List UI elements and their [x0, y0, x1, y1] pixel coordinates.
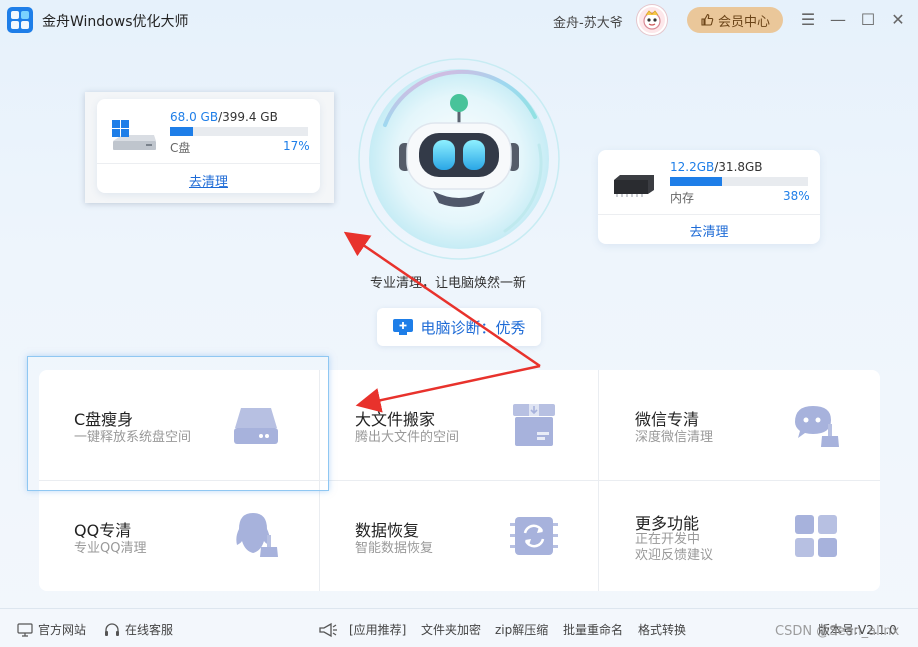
feature-title: 数据恢复	[355, 521, 420, 540]
feature-subtitle-2: 欢迎反馈建议	[635, 548, 714, 563]
disk-c-percent: 17%	[283, 139, 310, 153]
feature-subtitle: 一键释放系统盘空间	[74, 430, 192, 445]
app-logo-icon	[7, 7, 33, 33]
memory-total: /31.8GB	[714, 160, 763, 174]
recovery-icon	[510, 517, 558, 555]
zip-extract-link[interactable]: zip解压缩	[495, 621, 548, 638]
memory-progress-fill	[670, 177, 723, 186]
menu-icon[interactable]: ☰	[798, 10, 818, 30]
memory-label: 内存	[670, 191, 695, 205]
title-bar: 金舟Windows优化大师 金舟-苏大爷 会员中心 ☰ — ☐ ✕	[0, 0, 918, 40]
feature-subtitle: 深度微信清理	[635, 430, 714, 445]
feature-subtitle: 智能数据恢复	[355, 541, 434, 556]
format-convert-link[interactable]: 格式转换	[638, 621, 686, 638]
csdn-watermark: CSDN @Sean_alinx	[775, 624, 900, 639]
feature-tile-wechat[interactable]: 微信专清 深度微信清理	[599, 370, 880, 480]
feature-subtitle: 正在开发中	[635, 532, 701, 547]
official-website-label: 官方网站	[38, 623, 87, 637]
vip-center-button[interactable]: 会员中心	[687, 7, 783, 33]
memory-usage: 12.2GB/31.8GB	[670, 160, 763, 174]
disk-c-total: /399.4 GB	[218, 110, 278, 124]
vip-center-label: 会员中心	[717, 14, 770, 30]
card-divider	[97, 163, 320, 164]
disk-c-used: 68.0 GB	[170, 110, 219, 124]
disk-c-label: C盘	[170, 141, 191, 155]
feature-tile-big-file[interactable]: 大文件搬家 腾出大文件的空间	[320, 370, 598, 480]
official-website-link[interactable]: 官方网站	[17, 621, 86, 638]
avatar-face-icon	[643, 10, 661, 30]
robot-mascot	[358, 58, 560, 260]
username[interactable]: 金舟-苏大爷	[553, 12, 623, 31]
diagnosis-button[interactable]: 电脑诊断：优秀	[377, 308, 541, 346]
close-button[interactable]: ✕	[888, 10, 908, 30]
feature-title: C盘瘦身	[74, 410, 134, 429]
folder-encrypt-link[interactable]: 文件夹加密	[421, 621, 481, 638]
disk-c-clean-button[interactable]: 去清理	[97, 171, 320, 190]
app-recommend-label: [应用推荐]	[349, 623, 407, 637]
drive-icon	[112, 120, 156, 150]
app-title: 金舟Windows优化大师	[42, 14, 189, 30]
avatar[interactable]	[637, 5, 667, 35]
online-support-label: 在线客服	[125, 623, 174, 637]
disk-c-usage: 68.0 GB/399.4 GB	[170, 110, 278, 124]
thumb-up-icon	[701, 13, 714, 26]
feature-tile-recovery[interactable]: 数据恢复 智能数据恢复	[320, 481, 598, 591]
online-support-link[interactable]: 在线客服	[104, 621, 173, 638]
headset-icon	[105, 622, 119, 636]
feature-tile-qq[interactable]: QQ专清 专业QQ清理	[39, 481, 319, 591]
feature-title: 大文件搬家	[355, 410, 436, 429]
memory-clean-button[interactable]: 去清理	[598, 221, 820, 240]
box-icon	[513, 404, 555, 446]
megaphone-icon	[319, 622, 337, 637]
memory-used: 12.2GB	[670, 160, 715, 174]
app-window: 金舟Windows优化大师 金舟-苏大爷 会员中心 ☰ — ☐ ✕ 68.0 G…	[0, 0, 918, 647]
hero-tagline: 专业清理，让电脑焕然一新	[370, 276, 527, 291]
feature-tile-more[interactable]: 更多功能 正在开发中 欢迎反馈建议	[599, 481, 880, 591]
memory-chip-icon	[614, 175, 654, 197]
feature-title: 微信专清	[635, 410, 700, 429]
diagnosis-label: 电脑诊断：优秀	[420, 318, 526, 337]
grid-icon	[795, 515, 837, 557]
disk-c-progress-fill	[170, 127, 194, 136]
qq-brush-icon	[236, 513, 278, 557]
wechat-brush-icon	[795, 406, 839, 447]
disk-c-progress	[170, 127, 308, 136]
maximize-button[interactable]: ☐	[858, 10, 878, 30]
feature-subtitle: 专业QQ清理	[74, 541, 147, 556]
feature-tile-c-slim[interactable]: C盘瘦身 一键释放系统盘空间	[39, 370, 319, 480]
memory-percent: 38%	[783, 189, 810, 203]
feature-title: 更多功能	[635, 514, 700, 533]
disk-icon	[234, 408, 278, 444]
app-recommend-link[interactable]: [应用推荐]	[318, 621, 406, 638]
minimize-button[interactable]: —	[828, 10, 848, 30]
footer-bar: 官方网站 在线客服 [应用推荐] 文件夹加密 zip解压缩 批量重命名 格式转换…	[0, 608, 918, 647]
batch-rename-link[interactable]: 批量重命名	[563, 621, 623, 638]
card-divider	[598, 214, 820, 215]
disk-c-card: 68.0 GB/399.4 GB C盘 17% 去清理	[97, 99, 320, 193]
feature-subtitle: 腾出大文件的空间	[355, 430, 460, 445]
memory-card: 12.2GB/31.8GB 内存 38% 去清理	[598, 150, 820, 244]
monitor-icon	[17, 622, 33, 637]
memory-progress	[670, 177, 808, 186]
feature-grid: C盘瘦身 一键释放系统盘空间 大文件搬家 腾出大文件的空间 微信专清 深度微信清	[39, 370, 880, 591]
feature-title: QQ专清	[74, 521, 132, 540]
monitor-plus-icon	[393, 319, 414, 335]
